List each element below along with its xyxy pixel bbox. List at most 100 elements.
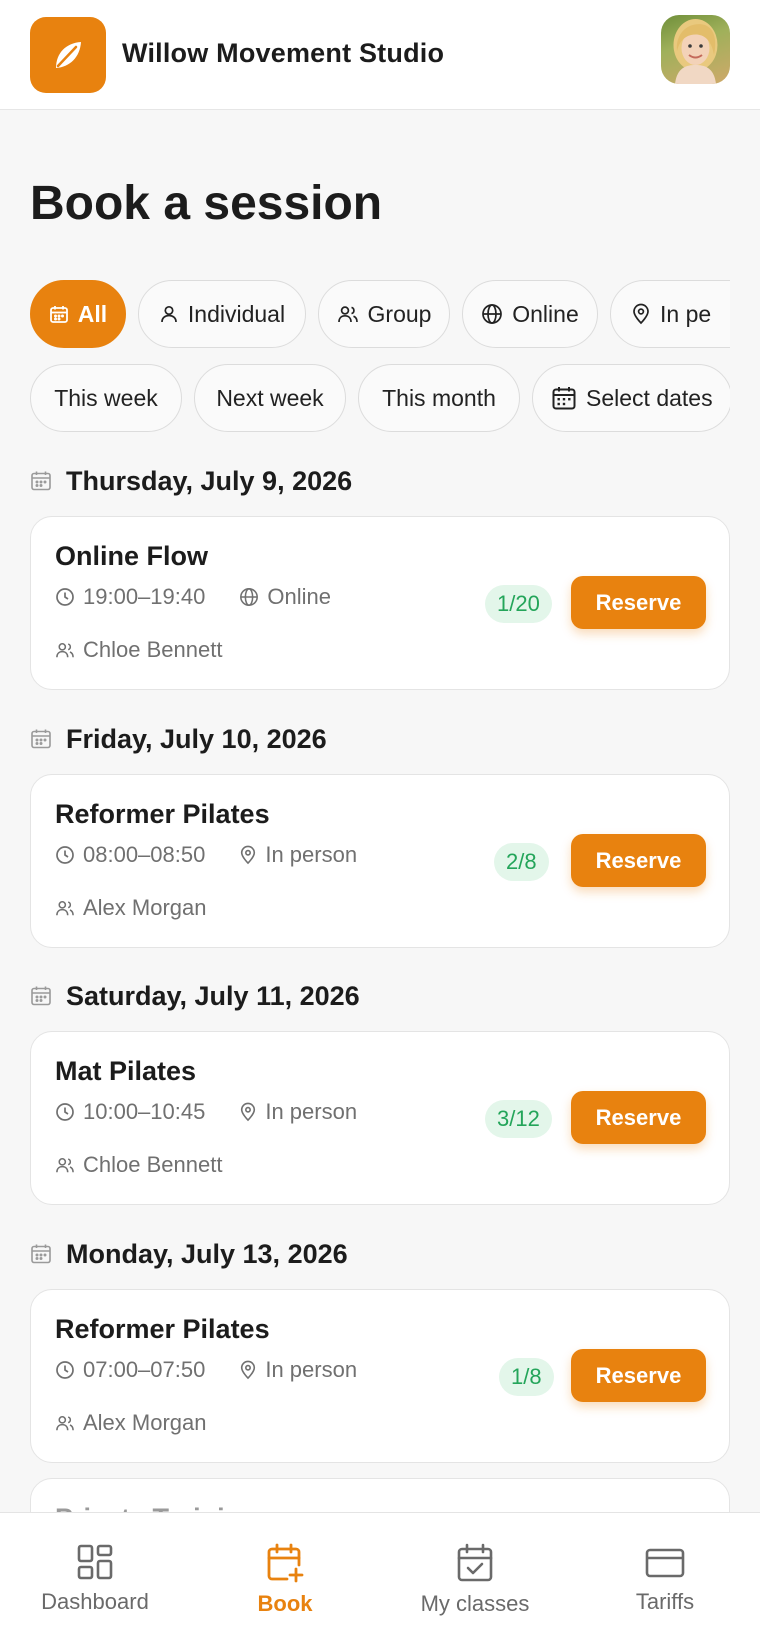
filter-chip-in-person[interactable]: In pe <box>610 280 730 348</box>
date-filter-row: This week Next week This month Select da… <box>30 362 730 434</box>
leaf-icon <box>56 42 81 68</box>
session-mode: In person <box>265 842 358 867</box>
day-header: Monday, July 13, 2026 <box>30 1234 348 1274</box>
reserve-button[interactable]: Reserve <box>571 576 706 629</box>
class-name: Online Flow <box>55 541 208 571</box>
instructor-name: Alex Morgan <box>83 1410 207 1435</box>
capacity-badge: 2/8 <box>494 843 549 881</box>
capacity-badge: 1/8 <box>499 1358 554 1396</box>
nav-item-book[interactable]: Book <box>190 1513 380 1634</box>
session-card[interactable]: Reformer Pilates 08:00–08:50 In person A… <box>30 774 730 948</box>
user-avatar[interactable] <box>661 15 730 84</box>
date-chip-label: Select dates <box>586 384 713 411</box>
date-chip-select-dates[interactable]: Select dates <box>532 364 730 432</box>
date-chip-this-week[interactable]: This week <box>30 364 182 432</box>
calendar-check-icon <box>457 1543 493 1582</box>
calendar-icon <box>31 471 51 491</box>
instructor-name: Alex Morgan <box>83 895 207 920</box>
filter-chip-all[interactable]: All <box>30 280 126 348</box>
location-pin-icon <box>241 845 256 865</box>
capacity-badge: 1/20 <box>485 585 552 623</box>
session-meta: 07:00–07:50 In person <box>55 1357 357 1383</box>
bottom-nav: Dashboard Book My classes Tariffs <box>0 1512 760 1634</box>
studio-logo[interactable] <box>30 17 106 93</box>
page-title: Book a session <box>30 177 383 230</box>
session-meta: 19:00–19:40 Online <box>55 584 331 610</box>
instructor-name: Chloe Bennett <box>83 1152 223 1177</box>
filter-chip-individual[interactable]: Individual <box>138 280 306 348</box>
class-name: Reformer Pilates <box>55 1314 270 1344</box>
calendar-icon <box>31 1244 51 1264</box>
filter-chip-label: In pe <box>660 300 712 327</box>
instructor-name: Chloe Bennett <box>83 637 223 662</box>
group-icon <box>337 306 358 323</box>
globe-icon <box>482 304 503 324</box>
date-chip-next-week[interactable]: Next week <box>194 364 346 432</box>
day-date: Saturday, July 11, 2026 <box>66 980 360 1011</box>
session-meta: 08:00–08:50 In person <box>55 842 357 868</box>
session-mode: In person <box>265 1357 358 1382</box>
nav-label: Book <box>257 1591 313 1616</box>
group-icon <box>56 901 74 916</box>
card-icon <box>645 1548 685 1578</box>
session-card[interactable]: Online Flow 19:00–19:40 Online Chloe Ben… <box>30 516 730 690</box>
studio-name: Willow Movement Studio <box>122 38 445 68</box>
dashboard-icon <box>77 1544 113 1580</box>
session-mode: Online <box>267 584 331 609</box>
reserve-button[interactable]: Reserve <box>571 1091 706 1144</box>
location-pin-icon <box>241 1360 256 1380</box>
day-header: Saturday, July 11, 2026 <box>30 976 360 1016</box>
location-pin-icon <box>633 303 649 325</box>
session-time: 07:00–07:50 <box>83 1357 206 1382</box>
reserve-button[interactable]: Reserve <box>571 834 706 887</box>
capacity-badge: 3/12 <box>485 1100 552 1138</box>
session-instructor-row: Alex Morgan <box>55 1410 207 1436</box>
date-chip-label: This month <box>382 384 496 411</box>
group-icon <box>56 1158 74 1173</box>
session-card[interactable]: Reformer Pilates 07:00–07:50 In person A… <box>30 1289 730 1463</box>
globe-icon <box>240 588 259 606</box>
group-icon <box>56 1416 74 1431</box>
session-instructor-row: Alex Morgan <box>55 895 207 921</box>
session-mode: In person <box>265 1099 358 1124</box>
date-chip-this-month[interactable]: This month <box>358 364 520 432</box>
class-name: Mat Pilates <box>55 1056 197 1086</box>
filter-chip-label: Individual <box>187 300 286 327</box>
session-card[interactable]: Mat Pilates 10:00–10:45 In person Chloe … <box>30 1031 730 1205</box>
group-icon <box>56 643 74 658</box>
nav-item-dashboard[interactable]: Dashboard <box>0 1513 190 1634</box>
nav-item-my-classes[interactable]: My classes <box>380 1513 570 1634</box>
day-date: Thursday, July 9, 2026 <box>66 465 353 496</box>
day-header: Thursday, July 9, 2026 <box>30 461 352 501</box>
filter-chip-label: All <box>77 300 108 327</box>
day-date: Monday, July 13, 2026 <box>66 1238 348 1269</box>
clock-icon <box>56 1103 74 1121</box>
nav-label: Tariffs <box>635 1589 695 1614</box>
session-time: 19:00–19:40 <box>83 584 206 609</box>
person-icon <box>161 305 177 323</box>
filter-chip-online[interactable]: Online <box>462 280 598 348</box>
location-pin-icon <box>241 1102 256 1122</box>
date-chip-label: This week <box>54 384 158 411</box>
session-time: 08:00–08:50 <box>83 842 206 867</box>
session-meta: 10:00–10:45 In person <box>55 1099 357 1125</box>
session-instructor-row: Chloe Bennett <box>55 637 222 663</box>
calendar-plus-icon <box>267 1543 304 1583</box>
class-name: Reformer Pilates <box>55 799 270 829</box>
nav-label: Dashboard <box>41 1589 149 1614</box>
reserve-button[interactable]: Reserve <box>571 1349 706 1402</box>
app-header: Willow Movement Studio <box>0 0 760 110</box>
session-instructor-row: Chloe Bennett <box>55 1152 222 1178</box>
calendar-icon <box>31 986 51 1006</box>
session-time: 10:00–10:45 <box>83 1099 206 1124</box>
nav-label: My classes <box>420 1591 530 1616</box>
clock-icon <box>56 1361 74 1379</box>
day-date: Friday, July 10, 2026 <box>66 723 327 754</box>
type-filter-row: All Individual Group Online In pe <box>30 278 730 350</box>
nav-item-tariffs[interactable]: Tariffs <box>570 1513 760 1634</box>
clock-icon <box>56 846 74 864</box>
day-header: Friday, July 10, 2026 <box>30 719 327 759</box>
filter-chip-group[interactable]: Group <box>318 280 450 348</box>
filter-chip-label: Online <box>512 300 579 327</box>
calendar-icon <box>31 729 51 749</box>
